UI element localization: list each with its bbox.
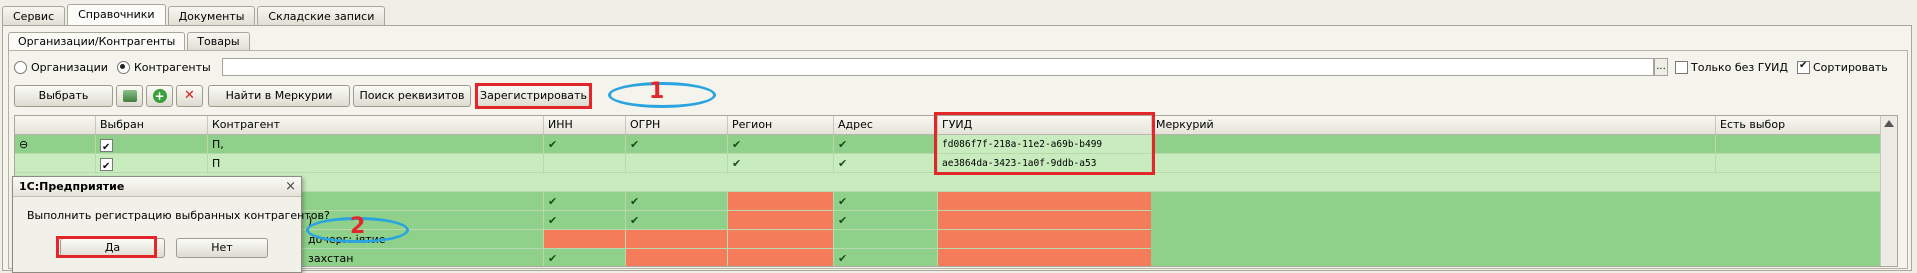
select-button[interactable]: Выбрать bbox=[14, 85, 113, 107]
row-inn-check-icon: ✔ bbox=[543, 135, 625, 154]
tab-warehouse-records[interactable]: Складские записи bbox=[257, 6, 386, 26]
col-header-mercury[interactable]: Меркурий bbox=[1151, 116, 1720, 134]
row-inn-check-icon: ✔ bbox=[543, 192, 625, 211]
col-header-has-choice[interactable]: Есть выбор bbox=[1715, 116, 1887, 134]
row-selected-checkbox[interactable] bbox=[100, 138, 113, 153]
col-header-region[interactable]: Регион bbox=[727, 116, 838, 134]
radio-organizations[interactable]: Организации bbox=[14, 61, 108, 74]
add-button[interactable]: + bbox=[146, 85, 173, 107]
only-without-guid-label: Только без ГУИД bbox=[1691, 61, 1788, 74]
sort-checkbox[interactable]: Сортировать bbox=[1797, 60, 1888, 74]
dialog-title: 1С:Предприятие bbox=[13, 177, 301, 197]
only-without-guid-checkbox[interactable]: Только без ГУИД bbox=[1675, 61, 1788, 74]
delete-button[interactable]: ✕ bbox=[176, 85, 203, 107]
scroll-up-arrow-icon[interactable] bbox=[1884, 120, 1894, 127]
row-ogrn-missing-cell bbox=[625, 230, 727, 249]
row-address-check-icon: ✔ bbox=[833, 249, 937, 266]
row-selected-cell[interactable] bbox=[95, 135, 207, 154]
row-address-check-icon: ✔ bbox=[833, 154, 937, 173]
add-icon: + bbox=[152, 89, 167, 103]
row-selected-checkbox[interactable] bbox=[100, 157, 113, 172]
row-region-missing-cell bbox=[727, 192, 833, 211]
row-ogrn-missing-cell bbox=[625, 249, 727, 266]
row-inn-missing-cell bbox=[543, 230, 625, 249]
sort-label: Сортировать bbox=[1813, 61, 1888, 74]
close-icon[interactable]: × bbox=[285, 179, 296, 194]
tab-directories[interactable]: Справочники bbox=[67, 4, 166, 26]
search-input[interactable] bbox=[222, 58, 1654, 76]
radio-contractors-circle[interactable] bbox=[117, 61, 130, 74]
row-region-missing-cell bbox=[727, 211, 833, 230]
search-details-button[interactable]: Поиск реквизитов bbox=[353, 85, 471, 107]
guid-highlight-box bbox=[934, 112, 1155, 175]
row-address-check-icon: ✔ bbox=[833, 211, 937, 230]
row-contractor-cell: П, bbox=[207, 135, 543, 154]
col-header-address[interactable]: Адрес bbox=[833, 116, 942, 134]
annotation-number-1: 1 bbox=[649, 79, 665, 104]
col-header-contractor[interactable]: Контрагент bbox=[207, 116, 548, 134]
annotation-number-2: 2 bbox=[350, 214, 366, 239]
row-selected-cell[interactable] bbox=[95, 154, 207, 173]
find-in-mercury-button[interactable]: Найти в Меркурии bbox=[208, 85, 350, 107]
tab-goods[interactable]: Товары bbox=[187, 32, 250, 51]
row-region-check-icon: ✔ bbox=[727, 154, 833, 173]
radio-organizations-circle[interactable] bbox=[14, 61, 27, 74]
dialog-message: Выполнить регистрацию выбранных контраге… bbox=[27, 209, 330, 222]
yes-highlight-box bbox=[56, 236, 157, 258]
row-address-check-icon: ✔ bbox=[833, 135, 937, 154]
row-ogrn-check-icon: ✔ bbox=[625, 192, 727, 211]
radio-organizations-label: Организации bbox=[31, 61, 108, 74]
col-header-inn[interactable]: ИНН bbox=[543, 116, 630, 134]
tab-documents[interactable]: Документы bbox=[167, 6, 256, 26]
select-ellipsis-button[interactable]: ... bbox=[1654, 58, 1668, 76]
no-button[interactable]: Нет bbox=[176, 238, 268, 258]
row-address-check-icon: ✔ bbox=[833, 192, 937, 211]
col-header-ogrn[interactable]: ОГРН bbox=[625, 116, 732, 134]
row-has-choice-cell bbox=[1715, 154, 1882, 173]
row-ogrn-check-icon: ✔ bbox=[625, 211, 727, 230]
row-guid-missing-cell bbox=[937, 249, 1151, 266]
row-guid-missing-cell bbox=[937, 211, 1151, 230]
sub-tabbar: Организации/Контрагенты Товары bbox=[8, 32, 252, 51]
refresh-button[interactable] bbox=[116, 85, 143, 107]
tab-organizations-contractors[interactable]: Организации/Контрагенты bbox=[8, 32, 186, 51]
main-tabbar: Сервис Справочники Документы Складские з… bbox=[2, 4, 387, 26]
row-mercury-cell bbox=[1151, 154, 1715, 173]
row-region-check-icon: ✔ bbox=[727, 135, 833, 154]
register-highlight-box bbox=[475, 83, 592, 109]
tab-service[interactable]: Сервис bbox=[2, 6, 66, 26]
col-header-marker[interactable] bbox=[15, 116, 99, 134]
row-has-choice-cell bbox=[1715, 135, 1882, 154]
row-region-missing-cell bbox=[727, 230, 833, 249]
row-contractor-cell: П bbox=[207, 154, 543, 173]
table-vertical-scrollbar[interactable] bbox=[1880, 116, 1897, 266]
row-mercury-cell bbox=[1151, 135, 1715, 154]
row-inn-check-icon: ✔ bbox=[543, 211, 625, 230]
confirm-dialog: 1С:Предприятие × Выполнить регистрацию в… bbox=[12, 176, 330, 273]
sort-box[interactable] bbox=[1797, 60, 1810, 74]
row-marker-icon[interactable]: ⊖ bbox=[15, 135, 95, 154]
row-inn-check-icon: ✔ bbox=[543, 249, 625, 266]
row-ogrn-cell bbox=[625, 154, 727, 173]
refresh-icon bbox=[122, 90, 137, 102]
row-guid-missing-cell bbox=[937, 192, 1151, 211]
delete-icon: ✕ bbox=[184, 88, 195, 103]
row-ogrn-check-icon: ✔ bbox=[625, 135, 727, 154]
col-header-selected[interactable]: Выбран bbox=[95, 116, 212, 134]
radio-contractors-label: Контрагенты bbox=[134, 61, 211, 74]
only-without-guid-box[interactable] bbox=[1675, 61, 1688, 74]
row-marker-cell bbox=[15, 154, 95, 173]
radio-contractors[interactable]: Контрагенты bbox=[117, 61, 211, 74]
row-region-missing-cell bbox=[727, 249, 833, 266]
row-guid-missing-cell bbox=[937, 230, 1151, 249]
row-inn-cell bbox=[543, 154, 625, 173]
row-address-cell bbox=[833, 230, 937, 249]
